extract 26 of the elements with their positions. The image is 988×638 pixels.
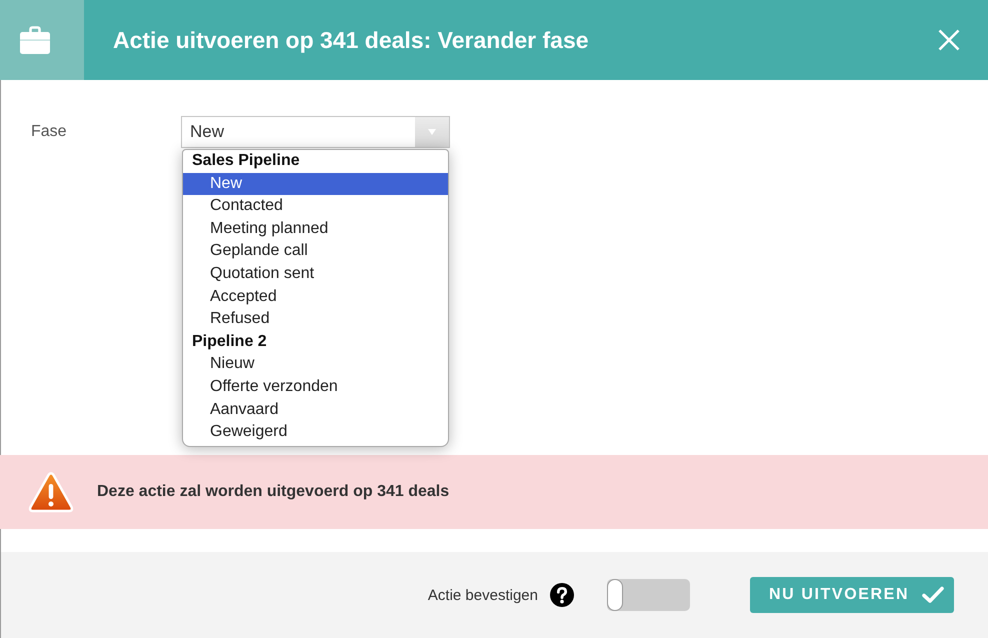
close-icon bbox=[938, 29, 960, 51]
phase-select[interactable]: New bbox=[181, 116, 450, 148]
dropdown-option[interactable]: Meeting planned bbox=[183, 218, 448, 240]
field-label: Fase bbox=[31, 122, 68, 142]
option-group-label: Pipeline 2 bbox=[191, 332, 268, 352]
dropdown-option[interactable]: Contacted bbox=[183, 195, 448, 218]
checkmark-icon bbox=[922, 586, 944, 604]
dropdown-option[interactable]: Nieuw bbox=[183, 353, 448, 376]
dropdown-option[interactable]: Geplande call bbox=[183, 240, 448, 263]
option-group-label: Sales Pipeline bbox=[191, 151, 301, 171]
confirm-toggle[interactable] bbox=[607, 579, 690, 611]
dropdown-option[interactable]: Offerte verzonden bbox=[183, 376, 448, 399]
warning-icon bbox=[28, 471, 74, 513]
dropdown-option[interactable]: Refused bbox=[183, 308, 448, 331]
alert-message: Deze actie zal worden uitgevoerd op 341 deals bbox=[97, 483, 450, 501]
caret-icon bbox=[415, 117, 449, 147]
dropdown-option[interactable]: Geweigerd bbox=[183, 421, 448, 444]
dropdown-option[interactable]: Quotation sent bbox=[183, 262, 448, 286]
dropdown-option[interactable]: New bbox=[183, 172, 448, 196]
dialog-title: Actie uitvoeren op 341 deals: Verander fase bbox=[113, 26, 590, 54]
dropdown-option[interactable]: Aanvaard bbox=[183, 398, 448, 422]
close-button[interactable] bbox=[938, 29, 960, 51]
briefcase-icon bbox=[20, 26, 50, 54]
dropdown-option[interactable]: Accepted bbox=[183, 286, 448, 308]
confirm-label: Actie bevestigen bbox=[428, 586, 538, 604]
help-icon[interactable] bbox=[550, 583, 574, 607]
